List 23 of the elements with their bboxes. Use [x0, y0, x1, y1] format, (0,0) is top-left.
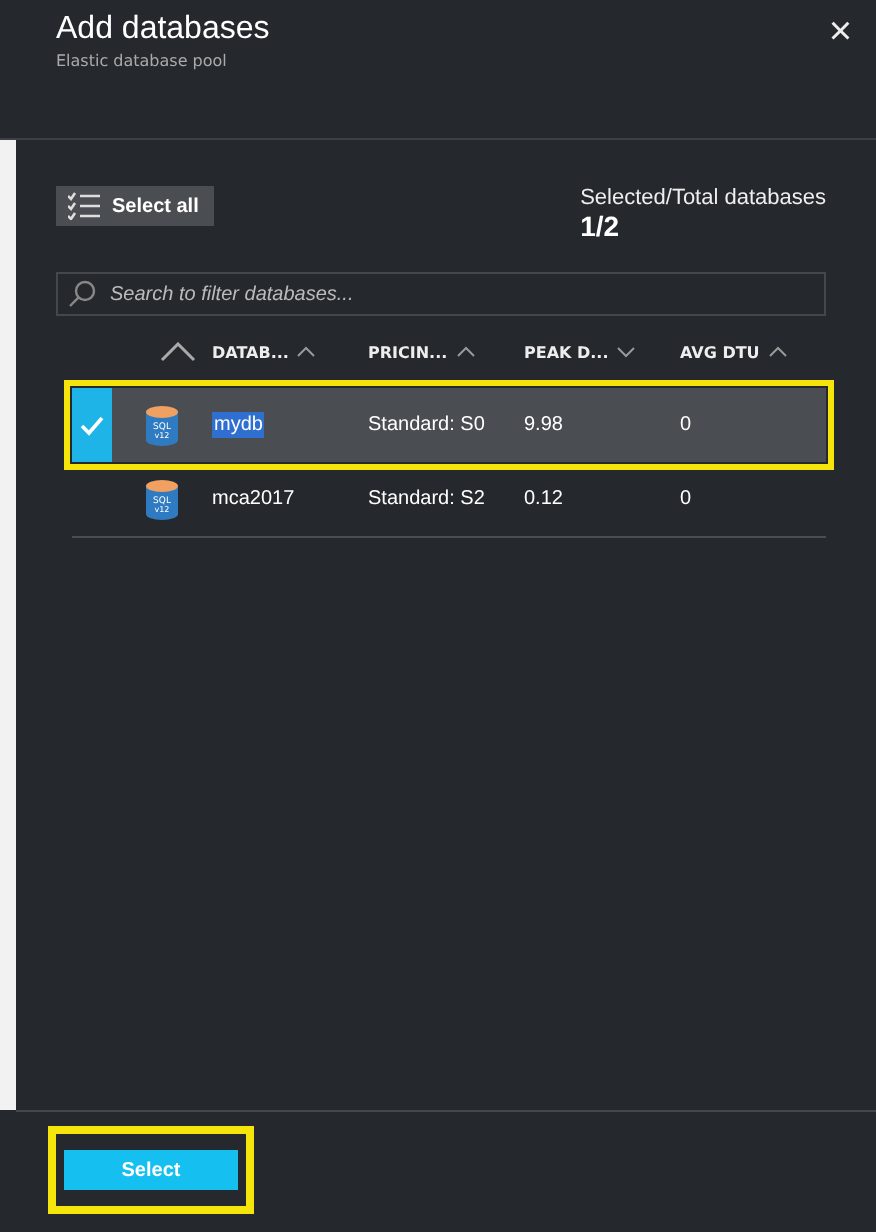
- table-cell-text: 0.12: [524, 488, 565, 510]
- count-value: 1/2: [580, 210, 622, 242]
- database-name: mca2017: [212, 488, 295, 510]
- checklist-icon: [68, 192, 100, 220]
- table-cell-text: 0: [680, 414, 694, 436]
- table-cell-text: Standard: S0: [368, 414, 487, 436]
- search-icon: [68, 280, 96, 308]
- table-cell-text: 0: [680, 488, 694, 510]
- table-cell-text: 9.98: [524, 414, 565, 436]
- column-header[interactable]: AVG DTU: [680, 343, 788, 361]
- table-cell-text: Standard: S2: [368, 488, 487, 510]
- select-all-button[interactable]: Select all: [56, 186, 215, 226]
- close-button[interactable]: ×: [828, 12, 852, 52]
- column-header[interactable]: DATAB...: [212, 343, 317, 361]
- checkmark-icon: [80, 415, 104, 435]
- database-name: mydb: [212, 412, 265, 438]
- column-header[interactable]: PRICIN...: [368, 343, 476, 361]
- collapse-icon[interactable]: [160, 342, 196, 362]
- column-header[interactable]: PEAK D...: [524, 343, 637, 361]
- blade-subtitle: Elastic database pool: [56, 52, 229, 70]
- search-field[interactable]: Search to filter databases...: [56, 272, 826, 316]
- blade-title: Add databases: [56, 12, 270, 48]
- count-label: Selected/Total databases: [580, 186, 826, 210]
